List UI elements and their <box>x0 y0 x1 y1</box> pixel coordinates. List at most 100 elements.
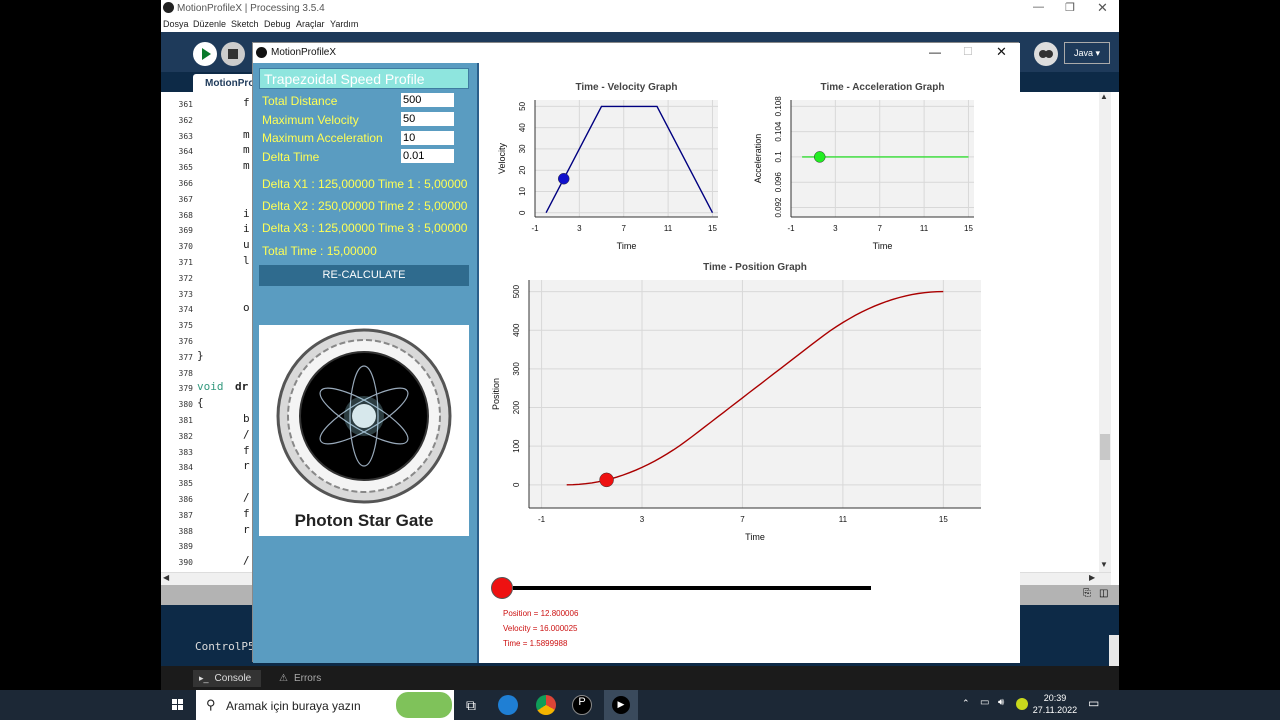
graph-title: Time - Position Graph <box>703 262 807 273</box>
total-distance-field[interactable]: 500 <box>401 93 454 107</box>
code-line: l <box>243 254 250 267</box>
scroll-right-icon[interactable]: ▶ <box>1089 573 1095 582</box>
code-line: / <box>243 554 250 568</box>
max-velocity-label: Maximum Velocity <box>262 113 359 127</box>
code-line: m <box>243 143 250 157</box>
y-tick-label: 200 <box>512 400 521 414</box>
line-number: 370 <box>178 242 193 252</box>
delta-time-label: Delta Time <box>262 150 320 164</box>
processing-logo-icon <box>163 2 174 13</box>
x-tick-label: 11 <box>839 515 848 524</box>
x-tick-label: -1 <box>787 224 795 233</box>
search-highlight-icon <box>396 692 452 718</box>
notification-badge-icon[interactable] <box>1016 698 1028 710</box>
windows-taskbar: ⚲ Aramak için buraya yazın ⧉ P ▶ ⌃ ▭ 🔊︎ … <box>0 690 1280 720</box>
volume-icon[interactable]: 🔊︎ <box>998 697 1004 708</box>
debug-button[interactable] <box>1034 42 1058 66</box>
delta-time-field[interactable]: 0.01 <box>401 149 454 163</box>
network-icon[interactable]: ▭ <box>980 697 989 708</box>
max-acceleration-label: Maximum Acceleration <box>262 131 383 145</box>
y-tick-label: 10 <box>518 186 527 195</box>
code-line: { <box>197 396 204 410</box>
code-keyword: void <box>197 380 224 394</box>
graph-area: -1 3 7 11 15 0 10 20 30 40 50 Time - Velocity Graph… <box>477 63 1020 663</box>
tab-errors[interactable]: ⚠ Errors <box>273 670 327 687</box>
line-number: 368 <box>178 210 193 220</box>
clock-time: 20:39 <box>1043 693 1067 703</box>
line-number: 388 <box>178 526 193 536</box>
max-acceleration-field[interactable]: 10 <box>401 131 454 145</box>
action-center-icon[interactable]: ▭ <box>1088 696 1099 710</box>
taskbar-search[interactable]: ⚲ Aramak için buraya yazın <box>196 690 454 720</box>
sketch-taskbar-item[interactable]: ▶ <box>604 690 638 720</box>
code-line: f <box>243 443 250 457</box>
ide-title: MotionProfileX | Processing 3.5.4 <box>177 3 325 14</box>
task-view-icon[interactable]: ⧉ <box>462 694 486 716</box>
close-icon[interactable]: ✕ <box>1097 0 1108 16</box>
scroll-up-icon[interactable]: ▲ <box>1100 92 1108 101</box>
graph-title: Time - Velocity Graph <box>575 82 677 93</box>
line-number: 374 <box>178 305 193 315</box>
y-tick-label: 100 <box>512 439 521 453</box>
stop-button[interactable] <box>221 42 245 66</box>
max-velocity-field[interactable]: 50 <box>401 112 454 126</box>
x-tick-label: 7 <box>740 515 745 524</box>
x-tick-label: 3 <box>833 224 838 233</box>
tray-chevron-icon[interactable]: ⌃ <box>962 698 970 709</box>
line-number: 366 <box>178 179 193 188</box>
search-placeholder: Aramak için buraya yazın <box>226 699 361 713</box>
time-slider-track[interactable] <box>513 586 871 590</box>
line-number: 378 <box>178 368 193 378</box>
terminal-icon: ▸_ <box>199 673 209 683</box>
processing-taskbar-icon[interactable]: P <box>572 695 592 715</box>
play-icon <box>202 48 211 60</box>
menu-debug[interactable]: Debug <box>264 19 291 29</box>
recalculate-button[interactable]: RE-CALCULATE <box>259 265 469 286</box>
taskbar-clock[interactable]: 20:39 27.11.2022 <box>1030 692 1080 716</box>
menu-araclar[interactable]: Araçlar <box>296 19 325 29</box>
chrome-icon[interactable] <box>536 695 556 715</box>
code-line: i <box>243 206 250 220</box>
editor-vertical-scrollbar[interactable]: ▲ ▼ <box>1099 92 1111 572</box>
sketch-minimize-icon[interactable]: — <box>929 45 941 59</box>
sketch-maximize-icon[interactable]: ☐ <box>963 45 973 58</box>
menu-sketch[interactable]: Sketch <box>231 19 259 29</box>
line-number: 380 <box>178 400 193 410</box>
time-slider-handle[interactable] <box>491 577 513 599</box>
console-scrollbar[interactable] <box>1109 635 1119 666</box>
minimize-icon[interactable]: — <box>1033 1 1044 13</box>
scroll-thumb[interactable] <box>1100 434 1110 460</box>
windows-start-icon[interactable] <box>166 694 190 716</box>
line-number: 367 <box>178 194 193 204</box>
delta-x3-text: Delta X3 : 125,00000 Time 3 : 5,00000 <box>262 221 468 235</box>
scroll-down-icon[interactable]: ▼ <box>1100 560 1108 569</box>
menu-dosya[interactable]: Dosya <box>163 19 189 29</box>
edge-icon[interactable] <box>498 695 518 715</box>
graphs-canvas: -1 3 7 11 1501020304050Time - Velocity Graph… <box>491 82 981 542</box>
menu-yardim[interactable]: Yardım <box>330 19 358 29</box>
code-line: } <box>197 348 204 362</box>
line-number: 375 <box>178 321 193 331</box>
sketch-close-icon[interactable]: ✕ <box>996 44 1007 60</box>
line-number: 382 <box>178 431 193 441</box>
x-tick-label: 3 <box>577 224 582 233</box>
x-tick-label: 3 <box>640 515 645 524</box>
x-axis-label: Time <box>617 241 637 251</box>
graph-title: Time - Acceleration Graph <box>821 82 945 93</box>
run-button[interactable] <box>193 42 217 66</box>
console-toggle-icon[interactable]: ◫ <box>1099 588 1108 599</box>
restore-icon[interactable]: ❐ <box>1065 1 1075 14</box>
clipboard-icon[interactable]: ⎘ <box>1083 588 1091 599</box>
mode-selector[interactable]: Java ▾ <box>1064 42 1110 64</box>
menu-duzenle[interactable]: Düzenle <box>193 19 226 29</box>
tab-console[interactable]: ▸_ Console <box>193 670 261 687</box>
console-output: ControlP5 <box>195 640 255 653</box>
line-number: 362 <box>178 115 193 125</box>
y-tick-label: 0.092 <box>774 197 783 218</box>
line-number: 384 <box>178 463 193 473</box>
scroll-left-icon[interactable]: ◀ <box>163 573 169 582</box>
delta-x1-text: Delta X1 : 125,00000 Time 1 : 5,00000 <box>262 177 468 191</box>
code-function-name: dr <box>235 380 249 394</box>
control-panel: Trapezoidal Speed Profile Total Distance… <box>253 63 477 663</box>
line-number: 369 <box>178 226 193 236</box>
